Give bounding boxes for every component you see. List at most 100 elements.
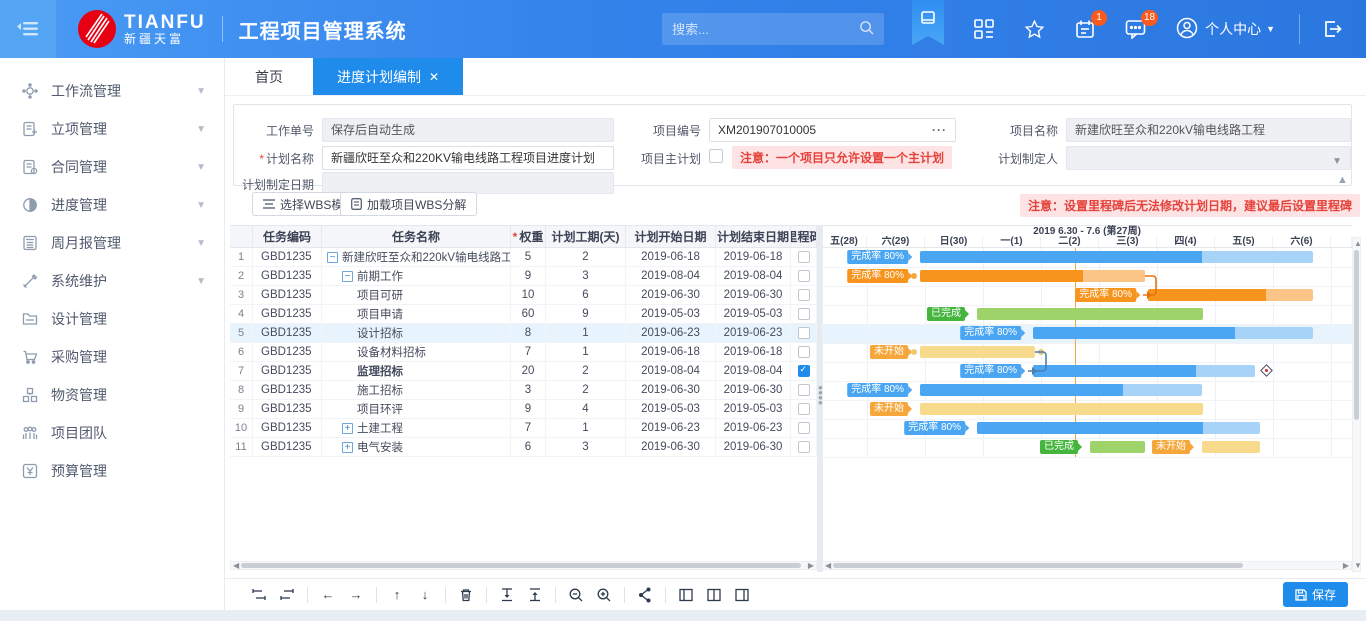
move-down-icon[interactable]: ↓	[413, 585, 437, 605]
table-row-1[interactable]: 1GBD1235−新建欣旺至众和220kV输电线路工程522019-06-182…	[230, 248, 817, 267]
move-left-icon[interactable]: ←	[316, 585, 340, 605]
collapse-node-icon[interactable]: −	[342, 271, 353, 282]
milestone-checkbox[interactable]	[798, 441, 810, 453]
save-button[interactable]: 保存	[1283, 582, 1348, 607]
scroll-down-icon[interactable]: ▼	[1354, 561, 1362, 570]
scroll-right-icon[interactable]: ▶	[1343, 562, 1349, 570]
sidebar-item-5[interactable]: 系统维护▼	[0, 262, 224, 300]
table-row-7[interactable]: 7GBD1235监理招标2022019-08-042019-08-04	[230, 362, 817, 381]
tab-1[interactable]: 进度计划编制✕	[313, 58, 463, 95]
collapse-node-icon[interactable]: −	[327, 252, 338, 263]
table-row-6[interactable]: 6GBD1235设备材料招标712019-06-182019-06-18	[230, 343, 817, 362]
sidebar-item-2[interactable]: 合同管理▼	[0, 148, 224, 186]
form-collapse-arrow-icon[interactable]: ▲	[1337, 174, 1348, 186]
zoom-in-icon[interactable]	[592, 585, 616, 605]
layout-right-icon[interactable]	[730, 585, 754, 605]
indent-task-icon[interactable]	[275, 585, 299, 605]
expand-node-icon[interactable]: +	[342, 442, 353, 453]
toolbar-divider	[555, 587, 556, 603]
move-up-icon[interactable]: ↑	[385, 585, 409, 605]
plan-maker-select[interactable]: ▼	[1066, 146, 1351, 170]
sidebar-item-label: 立项管理	[51, 119, 196, 139]
sidebar-item-0[interactable]: 工作流管理▼	[0, 72, 224, 110]
table-row-2[interactable]: 2GBD1235−前期工作932019-08-042019-08-04	[230, 267, 817, 286]
task-start-date: 2019-05-03	[626, 305, 716, 323]
sidebar-item-4[interactable]: 周月报管理▼	[0, 224, 224, 262]
table-row-11[interactable]: 11GBD1235+电气安装632019-06-302019-06-30	[230, 438, 817, 457]
milestone-checkbox[interactable]	[798, 289, 810, 301]
sidebar-item-3[interactable]: 进度管理▼	[0, 186, 224, 224]
milestone-checkbox[interactable]	[798, 308, 810, 320]
project-picker-button[interactable]: ···	[932, 119, 947, 141]
gantt-v-scroll-thumb[interactable]	[1354, 250, 1359, 420]
milestone-checkbox[interactable]	[798, 251, 810, 263]
link-tasks-icon[interactable]	[633, 585, 657, 605]
table-h-scrollbar[interactable]: ◀ ▶	[230, 561, 817, 570]
milestone-checkbox[interactable]	[798, 384, 810, 396]
gantt-bar-11[interactable]	[1202, 441, 1260, 453]
expand-all-icon[interactable]	[495, 585, 519, 605]
outdent-task-icon[interactable]	[247, 585, 271, 605]
logo-mark-icon	[78, 10, 116, 48]
scroll-left-icon[interactable]: ◀	[233, 562, 239, 570]
sidebar-collapse-icon[interactable]	[0, 0, 56, 58]
table-row-9[interactable]: 9GBD1235项目环评942019-05-032019-05-03	[230, 400, 817, 419]
gantt-bar-3[interactable]	[977, 308, 1203, 320]
gantt-v-scrollbar[interactable]: ▲ ▼	[1352, 237, 1361, 572]
table-h-scroll-thumb[interactable]	[241, 563, 801, 568]
layout-split-icon[interactable]	[702, 585, 726, 605]
delete-icon[interactable]	[454, 585, 478, 605]
gantt-h-scroll-thumb[interactable]	[833, 563, 1243, 568]
tab-0[interactable]: 首页	[225, 58, 313, 95]
milestone-checkbox[interactable]	[798, 327, 810, 339]
load-wbs-button[interactable]: 加载项目WBS分解	[340, 192, 477, 216]
gantt-bar-8[interactable]	[920, 403, 1203, 415]
scroll-up-icon[interactable]: ▲	[1354, 239, 1362, 248]
zoom-out-icon[interactable]	[564, 585, 588, 605]
sidebar-item-9[interactable]: 项目团队	[0, 414, 224, 452]
expand-node-icon[interactable]: +	[342, 423, 353, 434]
gantt-bar-5[interactable]	[920, 346, 1035, 358]
table-row-3[interactable]: 3GBD1235项目可研1062019-06-302019-06-30	[230, 286, 817, 305]
apps-grid-icon[interactable]	[974, 19, 994, 39]
milestone-diamond-icon[interactable]	[1260, 364, 1273, 377]
project-no-field[interactable]: XM201907010005···	[709, 118, 956, 142]
task-duration: 1	[546, 324, 626, 342]
gantt-bar-10[interactable]	[1090, 441, 1145, 453]
tab-close-icon[interactable]: ✕	[429, 70, 439, 84]
collapse-all-icon[interactable]	[523, 585, 547, 605]
scroll-right-icon[interactable]: ▶	[808, 562, 814, 570]
table-row-8[interactable]: 8GBD1235施工招标322019-06-302019-06-30	[230, 381, 817, 400]
scroll-left-icon[interactable]: ◀	[825, 562, 831, 570]
move-right-icon[interactable]: →	[344, 585, 368, 605]
gantt-bar-badge: 完成率 80%	[960, 364, 1021, 378]
milestone-checkbox[interactable]	[798, 270, 810, 282]
column-header-4: 计划开始日期	[626, 226, 716, 247]
favorites-star-icon[interactable]	[1024, 19, 1045, 40]
master-plan-checkbox[interactable]	[709, 149, 723, 163]
sidebar-item-10[interactable]: 预算管理	[0, 452, 224, 490]
plan-name-field[interactable]: 新疆欣旺至众和220KV输电线路工程项目进度计划	[322, 146, 614, 170]
sidebar-item-7[interactable]: 采购管理	[0, 338, 224, 376]
header-divider	[222, 16, 223, 42]
milestone-checkbox[interactable]	[798, 422, 810, 434]
search-input[interactable]	[672, 22, 859, 37]
table-row-4[interactable]: 4GBD1235项目申请6092019-05-032019-05-03	[230, 305, 817, 324]
milestone-checkbox[interactable]	[798, 365, 810, 377]
milestone-checkbox[interactable]	[798, 403, 810, 415]
table-row-10[interactable]: 10GBD1235+土建工程712019-06-232019-06-23	[230, 419, 817, 438]
messages-icon[interactable]: 18	[1125, 19, 1146, 39]
calendar-icon[interactable]: 1	[1075, 19, 1095, 39]
sidebar-item-8[interactable]: 物资管理	[0, 376, 224, 414]
gantt-h-scrollbar[interactable]: ◀ ▶	[822, 561, 1352, 570]
logout-icon[interactable]	[1322, 19, 1342, 39]
search-icon[interactable]	[859, 20, 874, 38]
table-row-5[interactable]: 5GBD1235设计招标812019-06-232019-06-23	[230, 324, 817, 343]
user-menu[interactable]: 个人中心 ▼	[1176, 17, 1275, 42]
sidebar-item-1[interactable]: 立项管理▼	[0, 110, 224, 148]
bookmark-icon[interactable]	[912, 0, 944, 45]
global-search[interactable]	[662, 13, 884, 45]
layout-left-icon[interactable]	[674, 585, 698, 605]
sidebar-item-6[interactable]: 设计管理	[0, 300, 224, 338]
milestone-checkbox[interactable]	[798, 346, 810, 358]
